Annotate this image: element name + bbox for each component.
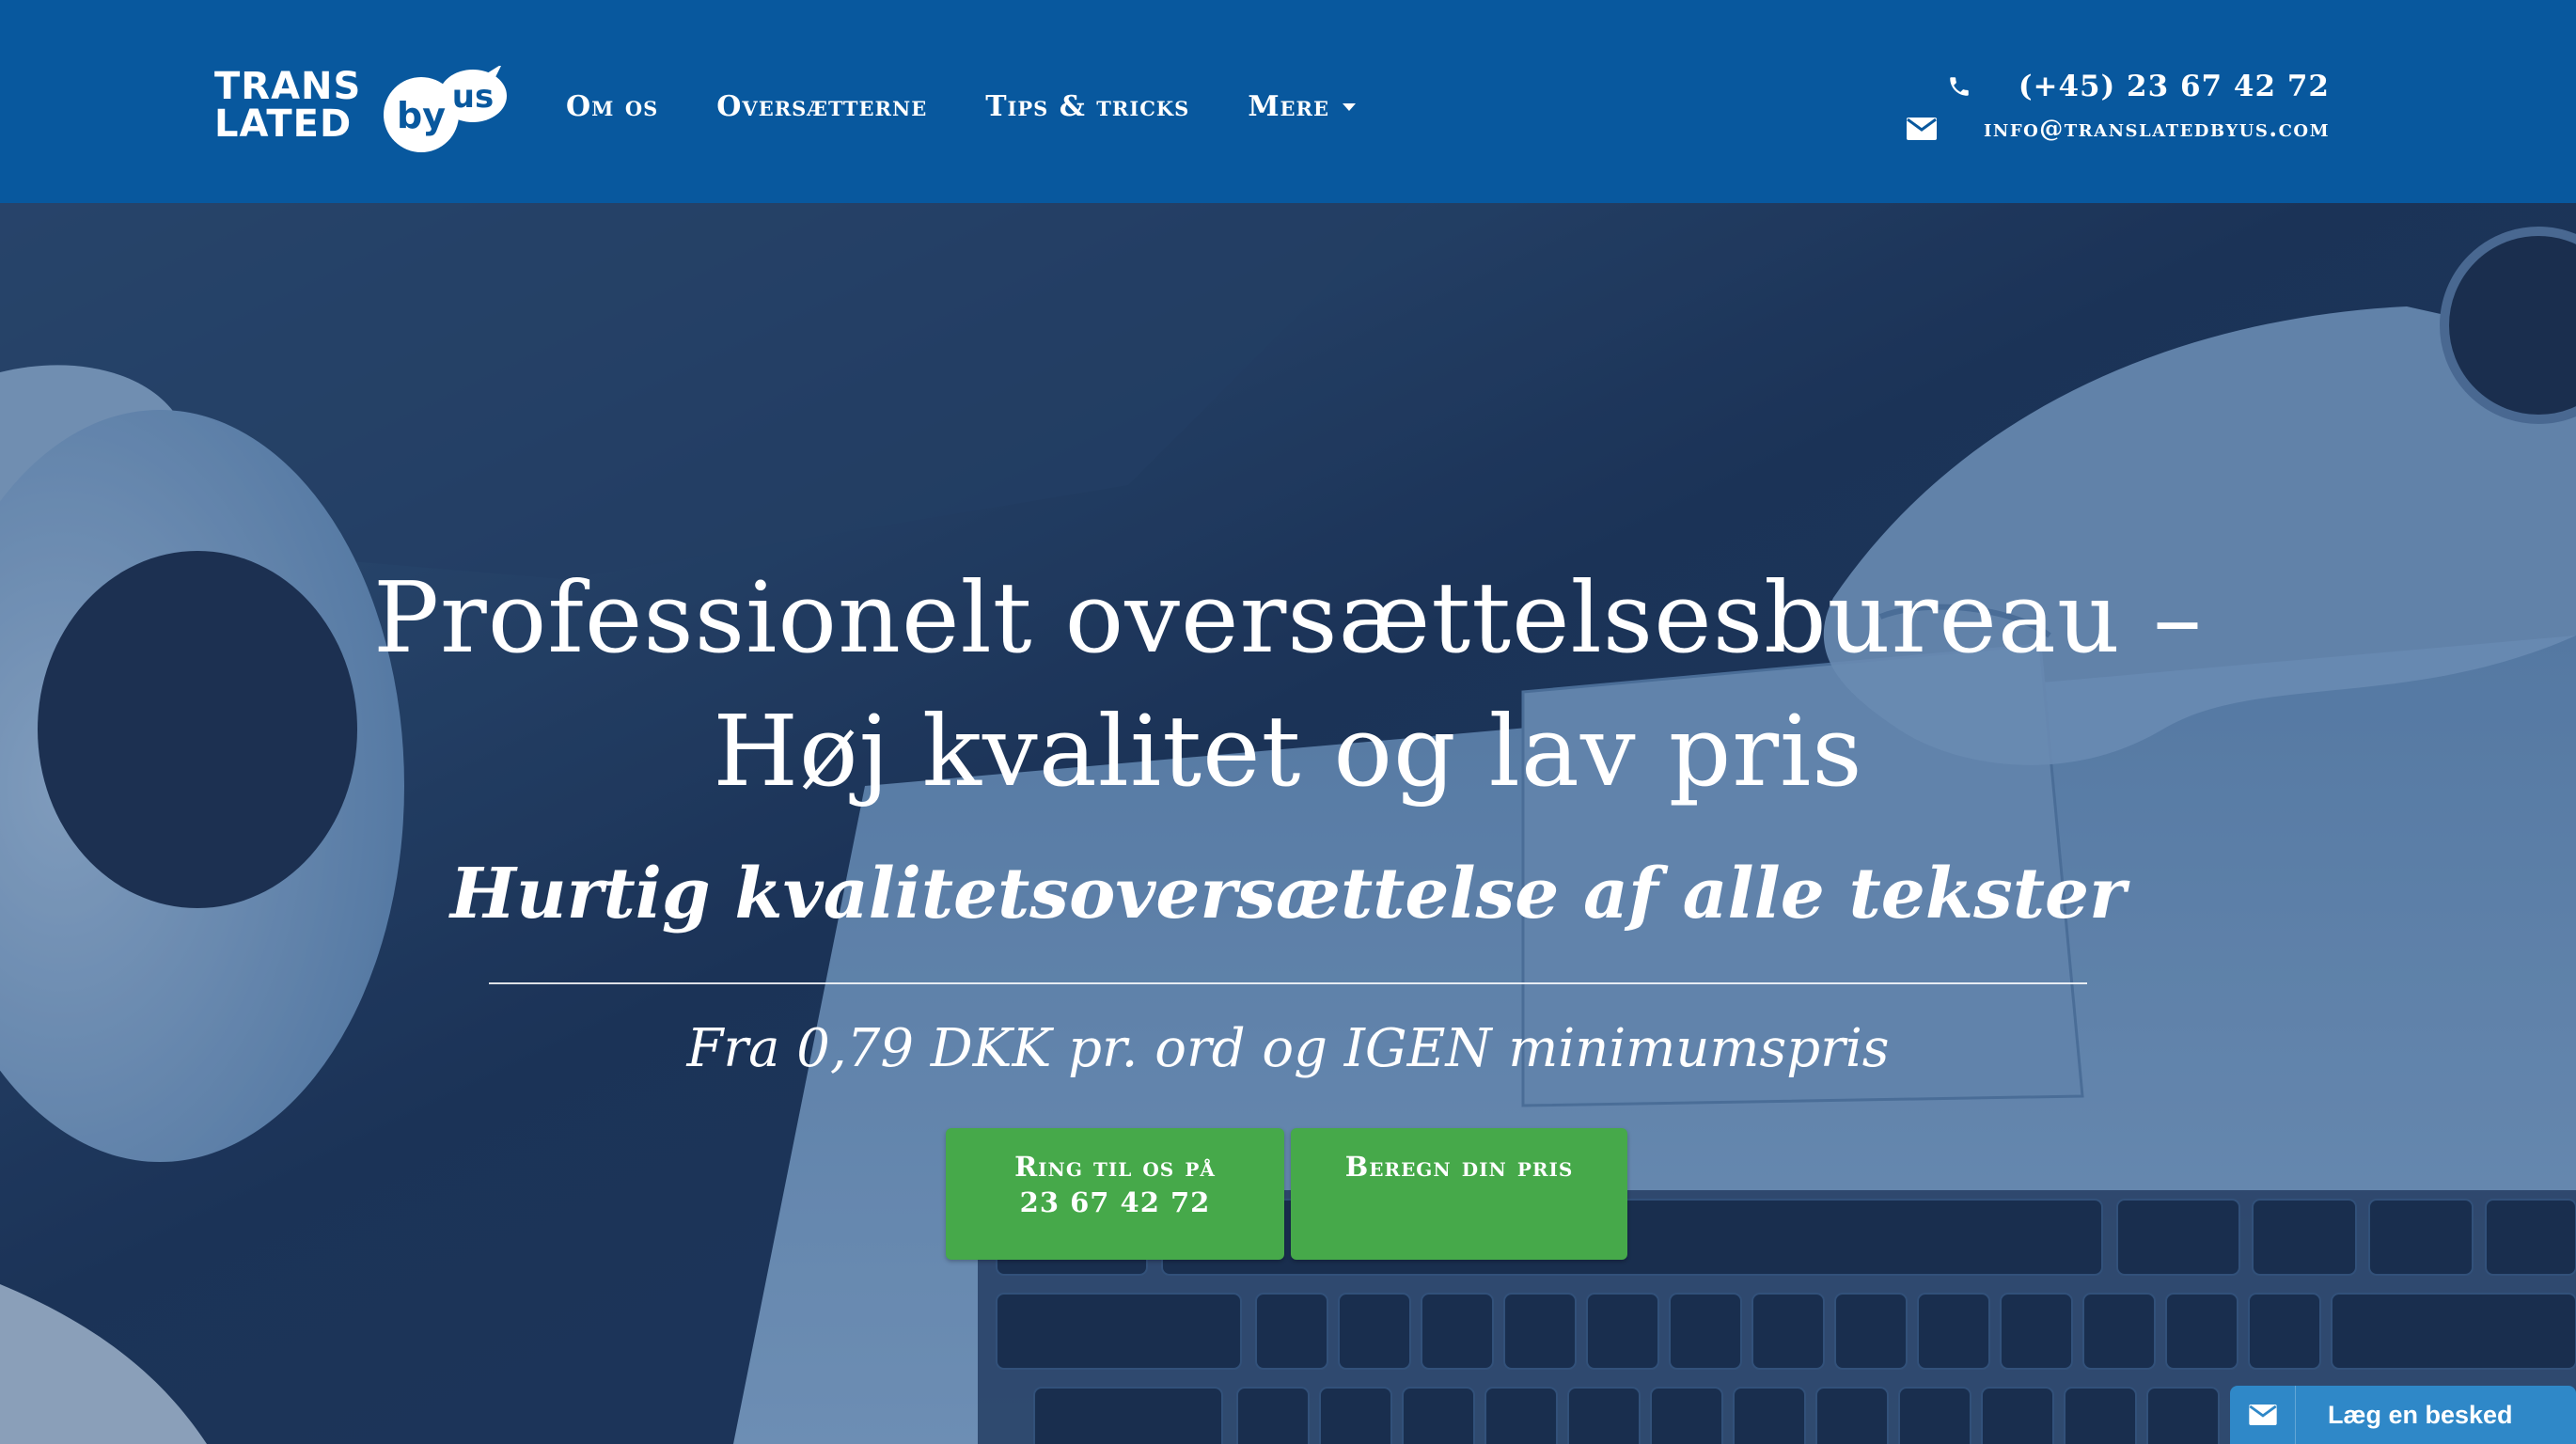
contact-phone-row[interactable]: (+45) 23 67 42 72 [1907, 70, 2330, 103]
calculate-price-button-label: Beregn din pris [1344, 1151, 1574, 1183]
call-us-button-number: 23 67 42 72 [1019, 1186, 1211, 1218]
contact-email-row[interactable]: info@translatedbyus.com [1906, 115, 2330, 142]
hero-title-line2: Høj kvalitet og lav pris [713, 694, 1863, 808]
nav-item-mere[interactable]: Mere [1248, 90, 1357, 123]
svg-text:us: us [452, 78, 494, 116]
logo-wordmark: TRANS LATED [214, 65, 362, 146]
hero-section: Professionelt oversættelsesbureau – Høj … [0, 203, 2576, 1444]
hero-price-line: Fra 0,79 DKK pr. ord og IGEN minimumspri… [686, 1018, 1890, 1079]
call-us-button[interactable]: Ring til os på 23 67 42 72 [946, 1128, 1284, 1260]
chat-envelope-icon [2230, 1386, 2296, 1444]
hero-title-line1: Professionelt oversættelsesbureau – [373, 560, 2203, 675]
chat-widget-label: Læg en besked [2328, 1400, 2513, 1429]
svg-text:by: by [397, 95, 446, 136]
caret-down-icon [1343, 102, 1357, 111]
hero-subtitle: Hurtig kvalitetsoversættelse af alle tek… [449, 854, 2127, 934]
phone-icon [1947, 74, 1971, 99]
hero-divider [489, 982, 2087, 984]
main-nav: Om os Oversætterne Tips & tricks Mere [566, 90, 1357, 123]
call-us-button-label: Ring til os på [1014, 1151, 1216, 1183]
contact-phone[interactable]: (+45) 23 67 42 72 [2018, 70, 2330, 103]
nav-item-om-os[interactable]: Om os [566, 90, 658, 123]
hero-content: Professionelt oversættelsesbureau – Høj … [0, 203, 2576, 1444]
nav-item-oversaetterne[interactable]: Oversætterne [716, 90, 927, 123]
envelope-icon [1906, 117, 1937, 140]
contact-email[interactable]: info@translatedbyus.com [1984, 115, 2330, 142]
logo-speech-bubbles-icon: by us [384, 66, 507, 152]
site-header: TRANS LATED by us Om os Oversætterne Tip… [0, 0, 2576, 203]
chat-widget-button[interactable]: Læg en besked [2230, 1386, 2576, 1444]
calculate-price-button[interactable]: Beregn din pris [1291, 1128, 1627, 1260]
nav-item-tips-tricks[interactable]: Tips & tricks [985, 90, 1189, 123]
site-logo[interactable]: TRANS LATED by us [214, 60, 507, 154]
header-contact: (+45) 23 67 42 72 info@translatedbyus.co… [1906, 70, 2330, 153]
hero-title: Professionelt oversættelsesbureau – Høj … [188, 551, 2388, 818]
